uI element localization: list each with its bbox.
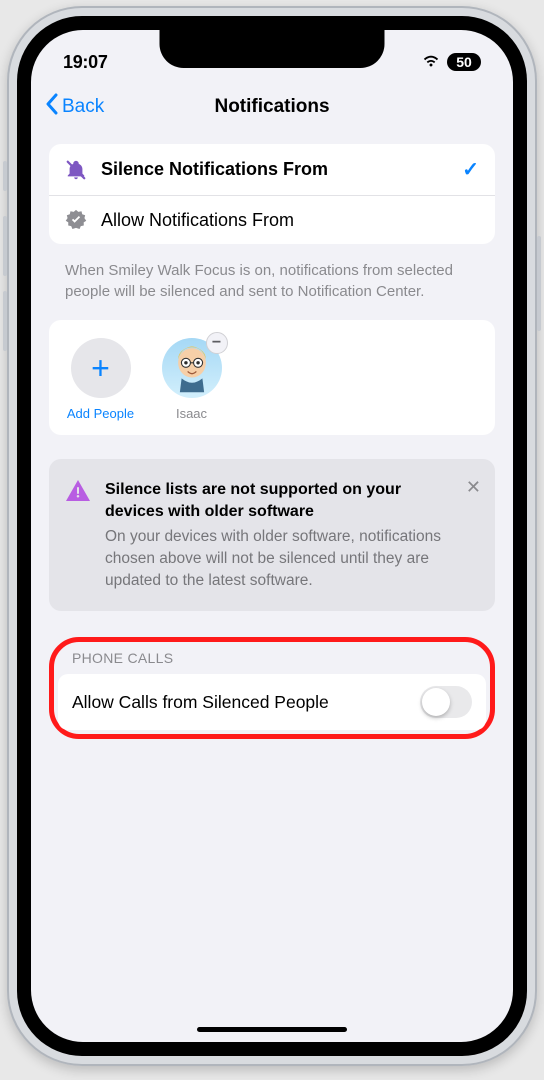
silence-from-row[interactable]: Silence Notifications From ✓ [49, 144, 495, 195]
remove-person-button[interactable]: − [206, 332, 228, 354]
allow-from-row[interactable]: Allow Notifications From [49, 195, 495, 244]
back-label: Back [62, 96, 104, 118]
volume-up-button [3, 216, 7, 276]
add-people-label: Add People [67, 406, 134, 421]
chevron-left-icon [45, 93, 59, 121]
mute-switch [3, 161, 7, 191]
add-people-button[interactable]: + Add People [63, 338, 138, 421]
close-banner-button[interactable]: ✕ [466, 477, 481, 498]
allow-calls-row[interactable]: Allow Calls from Silenced People [58, 674, 486, 730]
person-name: Isaac [176, 406, 207, 421]
allow-calls-label: Allow Calls from Silenced People [72, 692, 329, 713]
warning-banner: Silence lists are not supported on your … [49, 459, 495, 611]
banner-title: Silence lists are not supported on your … [105, 479, 479, 522]
badge-checkmark-icon [65, 209, 87, 231]
wifi-icon [421, 52, 441, 73]
silence-label: Silence Notifications From [101, 159, 448, 180]
person-contact[interactable]: − [154, 338, 229, 421]
warning-triangle-icon [65, 479, 91, 591]
phone-device-frame: 19:07 50 Back Notifications [7, 6, 537, 1066]
volume-down-button [3, 291, 7, 351]
page-title: Notifications [214, 96, 329, 118]
phone-calls-section-highlight: Phone Calls Allow Calls from Silenced Pe… [49, 637, 495, 739]
power-button [537, 236, 541, 331]
home-indicator[interactable] [197, 1027, 347, 1032]
notification-mode-list: Silence Notifications From ✓ Allow Notif… [49, 144, 495, 244]
allow-label: Allow Notifications From [101, 210, 479, 231]
navigation-bar: Back Notifications [31, 80, 513, 134]
battery-indicator: 50 [447, 53, 481, 71]
notch [160, 30, 385, 68]
back-button[interactable]: Back [45, 93, 104, 121]
phone-calls-header: Phone Calls [54, 650, 490, 674]
checkmark-icon: ✓ [462, 157, 479, 182]
status-time: 19:07 [63, 52, 108, 73]
plus-icon: + [91, 352, 110, 384]
help-text: When Smiley Walk Focus is on, notificati… [49, 254, 495, 320]
bell-slash-icon [65, 159, 87, 181]
banner-body: On your devices with older software, not… [105, 526, 479, 591]
allow-calls-toggle[interactable] [420, 686, 472, 718]
people-card: + Add People − [49, 320, 495, 435]
